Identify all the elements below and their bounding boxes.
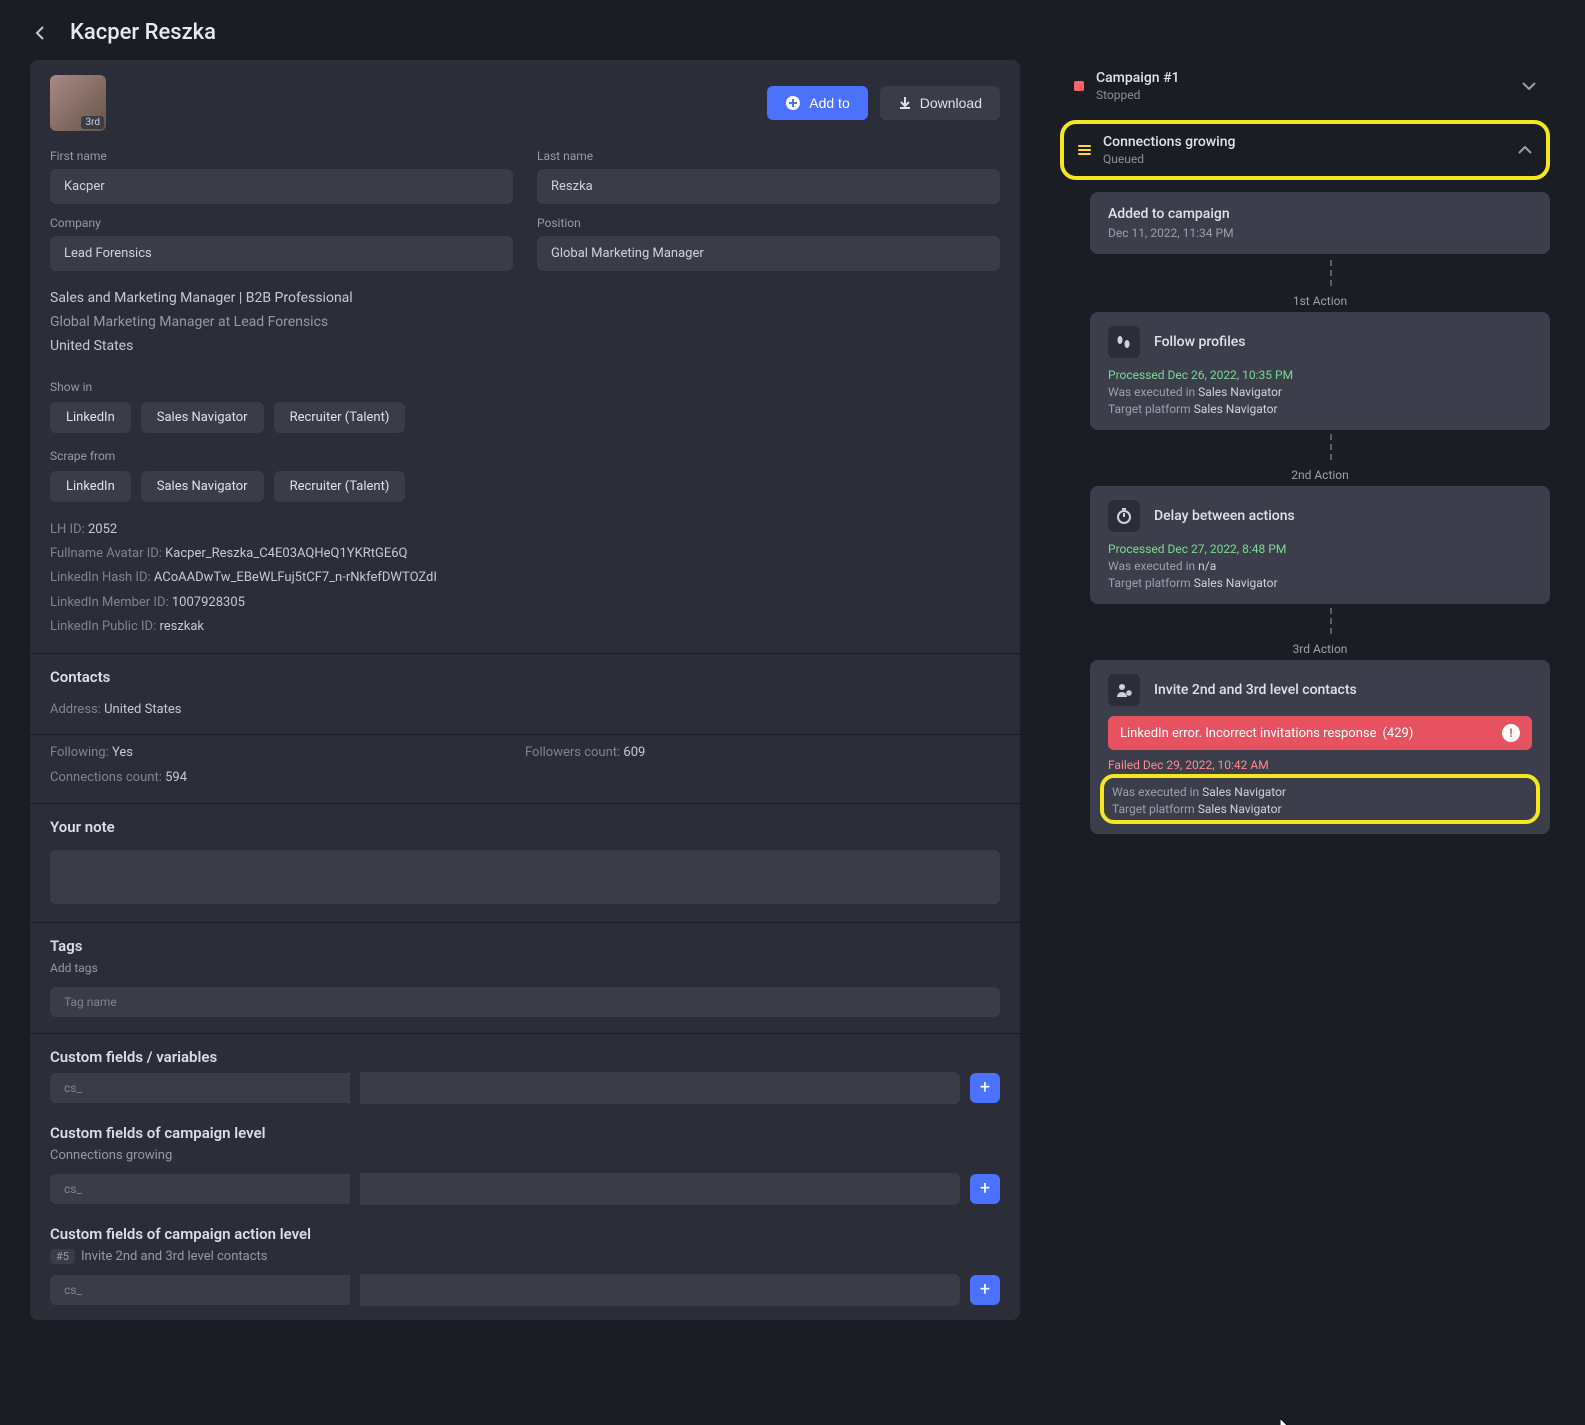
scrape-linkedin[interactable]: LinkedIn [50, 471, 131, 502]
action-2-label: 2nd Action [1090, 464, 1550, 486]
scrape-recruiter[interactable]: Recruiter (Talent) [274, 471, 406, 502]
position-field: Position Global Marketing Manager [537, 216, 1000, 271]
error-banner: LinkedIn error. Incorrect invitations re… [1108, 716, 1532, 750]
highlight-execution-info: Was executed in Sales Navigator Target p… [1100, 774, 1540, 824]
position-input[interactable]: Global Marketing Manager [537, 236, 1000, 271]
cfc-add-button[interactable]: + [970, 1174, 1000, 1204]
action-3-card: Invite 2nd and 3rd level contacts Linked… [1090, 660, 1550, 834]
cfa-prefix-input[interactable]: cs_ [50, 1275, 350, 1305]
show-in-sales-navigator[interactable]: Sales Navigator [141, 402, 264, 433]
add-to-button[interactable]: Add to [767, 86, 867, 120]
custom-fields-heading: Custom fields / variables [30, 1033, 1020, 1072]
show-in-linkedin[interactable]: LinkedIn [50, 402, 131, 433]
last-name-field: Last name Reszka [537, 149, 1000, 204]
stopped-icon [1074, 81, 1084, 91]
contacts-heading: Contacts [30, 653, 1020, 692]
show-in-recruiter[interactable]: Recruiter (Talent) [274, 402, 406, 433]
show-in-label: Show in [50, 380, 1000, 394]
tag-name-input[interactable]: Tag name [50, 987, 1000, 1017]
note-input[interactable] [50, 850, 1000, 904]
tags-heading: Tags [30, 922, 1020, 961]
download-button[interactable]: Download [880, 86, 1000, 120]
queued-icon [1078, 145, 1091, 155]
footsteps-icon [1108, 326, 1140, 358]
cfa-value-input[interactable] [360, 1274, 960, 1306]
download-icon [898, 96, 912, 110]
back-button[interactable] [30, 23, 50, 43]
company-field: Company Lead Forensics [50, 216, 513, 271]
ids-block: LH ID: 2052 Fullname Avatar ID: Kacper_R… [30, 502, 1020, 652]
campaign-2-header[interactable]: Connections growing Queued [1064, 124, 1546, 176]
action-2-card: Delay between actions Processed Dec 27, … [1090, 486, 1550, 604]
note-heading: Your note [30, 803, 1020, 842]
bio-block: Sales and Marketing Manager | B2B Profes… [30, 271, 1020, 370]
stopwatch-icon [1108, 500, 1140, 532]
cfa-add-button[interactable]: + [970, 1275, 1000, 1305]
cf-value-input[interactable] [360, 1072, 960, 1104]
cf-prefix-input[interactable]: cs_ [50, 1073, 350, 1103]
cf-campaign-heading: Custom fields of campaign level [30, 1118, 1020, 1148]
last-name-input[interactable]: Reszka [537, 169, 1000, 204]
plus-circle-icon [785, 95, 801, 111]
action-3-label: 3rd Action [1090, 638, 1550, 660]
cf-add-button[interactable]: + [970, 1073, 1000, 1103]
cfc-value-input[interactable] [360, 1173, 960, 1205]
chevron-down-icon [1522, 82, 1536, 90]
action-1-card: Follow profiles Processed Dec 26, 2022, … [1090, 312, 1550, 430]
cf-action-heading: Custom fields of campaign action level [30, 1219, 1020, 1249]
added-to-campaign-box: Added to campaign Dec 11, 2022, 11:34 PM [1090, 192, 1550, 254]
chevron-up-icon [1518, 146, 1532, 154]
action-1-label: 1st Action [1090, 290, 1550, 312]
error-icon: ! [1502, 724, 1520, 742]
invite-icon [1108, 674, 1140, 706]
highlight-campaign: Connections growing Queued [1060, 120, 1550, 180]
avatar: 3rd [50, 75, 106, 131]
cfc-prefix-input[interactable]: cs_ [50, 1174, 350, 1204]
campaign-1-header[interactable]: Campaign #1 Stopped [1060, 60, 1550, 112]
scrape-sales-navigator[interactable]: Sales Navigator [141, 471, 264, 502]
action-number-badge: #5 [50, 1249, 75, 1264]
first-name-input[interactable]: Kacper [50, 169, 513, 204]
connection-degree-badge: 3rd [81, 116, 104, 129]
page-header: Kacper Reszka [0, 0, 1585, 60]
first-name-field: First name Kacper [50, 149, 513, 204]
page-title: Kacper Reszka [70, 20, 216, 45]
company-input[interactable]: Lead Forensics [50, 236, 513, 271]
scrape-from-label: Scrape from [50, 449, 1000, 463]
